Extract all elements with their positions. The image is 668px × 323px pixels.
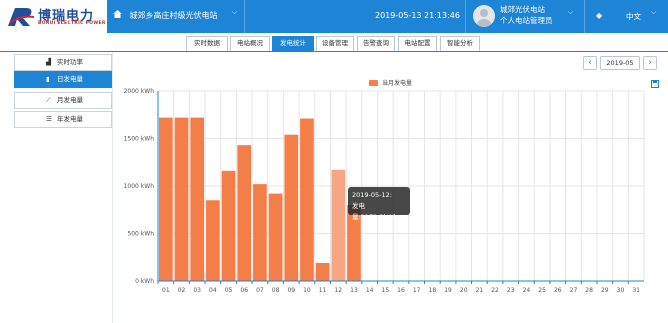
x-tick-label: 13 — [350, 287, 358, 294]
x-tick-label: 03 — [193, 287, 201, 294]
y-tick-label: 2000 kWh — [124, 88, 155, 95]
tooltip-title: 2019-05-12: — [352, 191, 392, 199]
divider — [465, 0, 466, 33]
x-tick-label: 24 — [523, 287, 531, 294]
x-tick-label: 17 — [413, 287, 421, 294]
bar-08 — [268, 193, 283, 281]
x-tick-label: 29 — [601, 287, 609, 294]
sidebar-item-label: 月发电量 — [57, 96, 83, 104]
x-tick-label: 28 — [585, 287, 593, 294]
divider — [244, 0, 245, 33]
bar-chart-icon: ▮ — [46, 75, 50, 83]
station-selector[interactable]: 城郊乡高庄村级光伏电站 — [113, 7, 218, 25]
x-tick-label: 12 — [334, 287, 342, 294]
x-tick-label: 27 — [570, 287, 578, 294]
x-tick-label: 26 — [554, 287, 562, 294]
y-tick-label: 1000 kWh — [124, 183, 155, 190]
x-tick-label: 18 — [429, 287, 437, 294]
top-bar: 博瑞电力 BORUI ELECTRIC POWER 城郊乡高庄村级光伏电站 ⌵ … — [0, 0, 668, 33]
avatar[interactable] — [473, 5, 495, 27]
y-tick-label: 500 kWh — [127, 231, 154, 238]
x-tick-label: 22 — [491, 287, 499, 294]
divider — [584, 0, 585, 33]
logo-subtitle: BORUI ELECTRIC POWER — [38, 21, 106, 26]
tab-device-management[interactable]: 设备管理 — [316, 36, 354, 51]
tab-generation-stats[interactable]: 发电统计 — [272, 36, 314, 51]
x-tick-label: 07 — [256, 287, 264, 294]
tab-realtime-data[interactable]: 实时数据 — [186, 36, 228, 51]
bar-10 — [300, 118, 314, 281]
bar-11 — [315, 262, 330, 281]
x-tick-label: 10 — [303, 287, 311, 294]
y-tick-label: 0 kWh — [135, 278, 154, 285]
x-tick-label: 04 — [209, 287, 217, 294]
logo-mark-icon — [8, 8, 35, 26]
x-tick-label: 25 — [538, 287, 546, 294]
sidebar-item-monthly-generation[interactable]: ⟋ 月发电量 — [14, 92, 112, 109]
x-tick-label: 09 — [287, 287, 295, 294]
x-tick-label: 01 — [162, 287, 170, 294]
x-tick-label: 02 — [178, 287, 186, 294]
prev-month-button[interactable]: ‹ — [583, 56, 597, 70]
sidebar-item-yearly-generation[interactable]: ☰ 年发电量 — [14, 111, 112, 128]
tab-station-overview[interactable]: 电站概况 — [230, 36, 270, 51]
next-month-button[interactable]: › — [643, 56, 657, 70]
user-menu-chevron-icon[interactable]: ⌵ — [568, 8, 573, 17]
x-tick-label: 31 — [632, 287, 640, 294]
chevron-down-icon[interactable]: ⌵ — [232, 8, 237, 17]
divider — [112, 52, 113, 323]
x-tick-label: 14 — [366, 287, 374, 294]
tab-underline — [0, 51, 668, 52]
language-chevron-icon[interactable]: ⌵ — [651, 8, 656, 17]
tooltip-value: 发电量:1171.0kWh — [352, 202, 398, 221]
x-tick-label: 23 — [507, 287, 515, 294]
user-role: 个人电站管理员 — [500, 16, 553, 25]
x-tick-label: 20 — [460, 287, 468, 294]
month-picker-input[interactable]: 2019-05 — [600, 56, 640, 70]
line-chart-icon: ⟋ — [46, 96, 51, 104]
sidebar-item-realtime-power[interactable]: ▟ 实时功率 — [14, 54, 112, 71]
tab-station-config[interactable]: 电站配置 — [398, 36, 437, 51]
user-station-name: 城郊光伏电站 — [500, 5, 545, 14]
x-tick-label: 30 — [617, 287, 625, 294]
bar-09 — [284, 134, 299, 281]
tab-alarm-query[interactable]: 告警查询 — [357, 36, 395, 51]
language-selector[interactable]: 中文 — [626, 11, 641, 22]
sidebar-item-daily-generation[interactable]: ▮ 日发电量 — [14, 71, 112, 88]
chart-tooltip: 2019-05-12: 发电量:1171.0kWh — [348, 187, 410, 221]
x-tick-label: 06 — [240, 287, 248, 294]
x-tick-label: 15 — [382, 287, 390, 294]
x-tick-label: 11 — [319, 287, 327, 294]
area-chart-icon: ▟ — [46, 58, 51, 66]
bar-07 — [253, 184, 267, 281]
current-datetime: 2019-05-13 21:13:46 — [375, 11, 460, 20]
tab-smart-analysis[interactable]: 智能分析 — [440, 36, 480, 51]
bar-02 — [174, 117, 189, 281]
y-tick-label: 1500 kWh — [124, 136, 155, 143]
station-name: 城郊乡高庄村级光伏电站 — [129, 11, 218, 20]
x-tick-label: 08 — [272, 287, 280, 294]
sidebar-item-label: 日发电量 — [57, 75, 83, 83]
sidebar-item-label: 实时功率 — [57, 58, 83, 66]
database-icon: ☰ — [46, 115, 52, 123]
bar-05 — [221, 170, 236, 281]
x-tick-label: 19 — [444, 287, 452, 294]
sidebar-item-label: 年发电量 — [57, 115, 83, 123]
x-tick-label: 16 — [397, 287, 405, 294]
diamond-icon: ◆ — [596, 11, 603, 20]
bar-04 — [206, 200, 220, 281]
bar-03 — [190, 117, 205, 281]
x-tick-label: 05 — [225, 287, 233, 294]
home-icon — [113, 7, 123, 25]
bar-06 — [237, 145, 252, 281]
bar-12 — [331, 169, 346, 281]
x-tick-label: 21 — [476, 287, 484, 294]
bar-01 — [159, 117, 173, 281]
brand-logo: 博瑞电力 BORUI ELECTRIC POWER — [0, 0, 107, 33]
